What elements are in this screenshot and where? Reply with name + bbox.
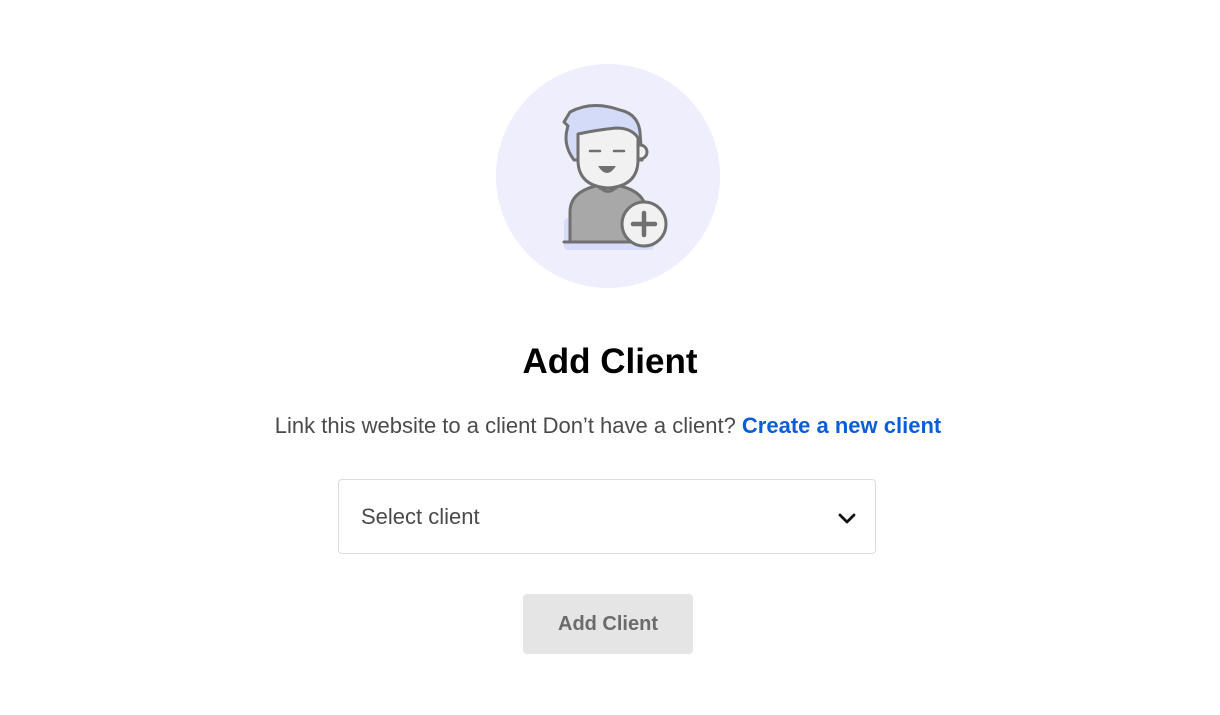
page-description: Link this website to a client Don’t have…: [0, 410, 1216, 442]
client-select-value: Select client: [361, 504, 480, 529]
create-client-link[interactable]: Create a new client: [742, 413, 941, 438]
add-user-icon: [562, 104, 668, 250]
add-user-illustration: [496, 64, 720, 288]
client-select[interactable]: Select client: [338, 479, 876, 554]
add-client-page: Add Client Link this website to a client…: [0, 0, 1220, 715]
chevron-down-icon: [837, 508, 857, 533]
add-client-button[interactable]: Add Client: [523, 594, 693, 654]
description-text: Link this website to a client Don’t have…: [274, 413, 742, 438]
page-title: Add Client: [522, 342, 698, 381]
